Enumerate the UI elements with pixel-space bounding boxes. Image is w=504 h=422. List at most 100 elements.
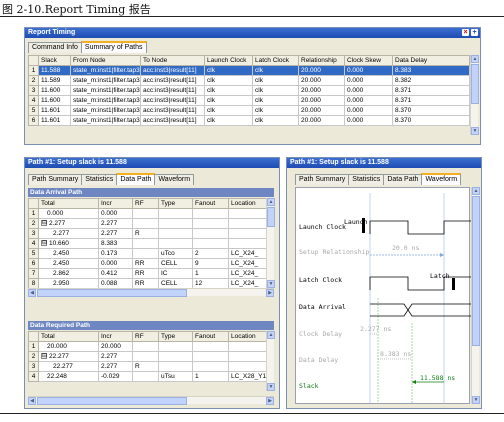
- total-value: 2.277: [53, 230, 70, 237]
- table-row[interactable]: 3 2.277 2.277 R: [28, 228, 267, 239]
- table-row[interactable]: 5 11.601 state_m:inst1|filter.tap3 acc:inst…: [28, 105, 470, 116]
- column-header[interactable]: Slack: [38, 55, 71, 66]
- scroll-up-icon[interactable]: ▲: [267, 198, 275, 206]
- waveform-vertical-scrollbar[interactable]: ▲ ▼: [471, 187, 480, 404]
- table-row[interactable]: 7 2.862 0.412 RR IC 1 LC_X24_: [28, 268, 267, 279]
- table-row[interactable]: 6 11.601 state_m:inst1|filter.tap3 acc:inst…: [28, 115, 470, 126]
- column-header[interactable]: Fanout: [192, 198, 229, 209]
- scroll-up-icon[interactable]: ▲: [267, 331, 275, 339]
- column-header[interactable]: Incr: [98, 331, 133, 342]
- summary-vertical-scrollbar[interactable]: ▲ ▼: [470, 55, 479, 135]
- table-row[interactable]: 4 22.248 -0.029 uTsu 1 LC_X28_Y1!: [28, 371, 267, 382]
- tab-command-info[interactable]: Command Info: [28, 42, 82, 53]
- table-cell: [192, 351, 229, 362]
- table-row[interactable]: 1 20.000 20.000: [28, 341, 267, 352]
- table-cell: 0.088: [98, 278, 133, 289]
- scroll-right-icon[interactable]: ▶: [266, 289, 274, 297]
- table-row[interactable]: 2 ⊟ 22.277 2.277: [28, 351, 267, 362]
- collapse-icon[interactable]: ⊟: [41, 240, 47, 247]
- scroll-down-icon[interactable]: ▼: [267, 280, 275, 288]
- right-tab-statistics[interactable]: Statistics: [348, 174, 385, 185]
- table-cell: [192, 238, 229, 249]
- left-tab-statistics[interactable]: Statistics: [81, 174, 118, 185]
- column-header[interactable]: Fanout: [192, 331, 229, 342]
- row-number: 6: [28, 258, 39, 269]
- column-header[interactable]: Clock Skew: [344, 55, 393, 66]
- left-tab-path-summary[interactable]: Path Summary: [28, 174, 83, 185]
- scroll-up-icon[interactable]: ▲: [471, 55, 479, 63]
- column-header[interactable]: Location: [228, 331, 267, 342]
- scroll-up-icon[interactable]: ▲: [472, 187, 480, 195]
- column-header[interactable]: To Node: [140, 55, 205, 66]
- right-tab-waveform[interactable]: Waveform: [421, 173, 462, 185]
- column-header[interactable]: [28, 55, 39, 66]
- column-header[interactable]: Launch Clock: [204, 55, 253, 66]
- pin-icon[interactable]: +: [471, 29, 478, 36]
- column-header[interactable]: [28, 198, 39, 209]
- table-cell: 0.000: [38, 208, 99, 219]
- table-row[interactable]: 2 11.589 state_m:inst1|filter.tap3 acc:inst…: [28, 75, 470, 86]
- column-header[interactable]: RF: [132, 331, 159, 342]
- right-tab-data-path[interactable]: Data Path: [383, 174, 423, 185]
- table-cell: 2.277: [38, 228, 99, 239]
- scroll-thumb[interactable]: [37, 289, 187, 297]
- row-number: 4: [28, 95, 39, 106]
- scroll-down-icon[interactable]: ▼: [267, 383, 275, 391]
- table-row[interactable]: 8 2.950 0.088 RR CELL 12 LC_X24_: [28, 278, 267, 289]
- top-rule: [0, 16, 504, 17]
- collapse-icon[interactable]: ⊟: [41, 353, 47, 360]
- left-tab-waveform[interactable]: Waveform: [154, 174, 195, 185]
- column-header[interactable]: Type: [158, 331, 193, 342]
- scroll-thumb[interactable]: [267, 207, 275, 227]
- table-row[interactable]: 3 22.277 2.277 R: [28, 361, 267, 372]
- column-header[interactable]: Incr: [98, 198, 133, 209]
- table-row[interactable]: 3 11.600 state_m:inst1|filter.tap3 acc:inst…: [28, 85, 470, 96]
- collapse-icon[interactable]: ⊟: [41, 220, 47, 227]
- column-header[interactable]: Data Delay: [392, 55, 470, 66]
- scroll-left-icon[interactable]: ◀: [28, 397, 36, 405]
- table-row[interactable]: 2 ⊟ 2.277 2.277: [28, 218, 267, 229]
- scroll-down-icon[interactable]: ▼: [472, 396, 480, 404]
- arrival-horizontal-scrollbar[interactable]: ◀ ▶: [28, 288, 274, 297]
- column-header[interactable]: RF: [132, 198, 159, 209]
- table-cell: uTco: [158, 248, 193, 259]
- tab-summary-of-paths[interactable]: Summary of Paths: [80, 41, 147, 53]
- table-cell: 0.000: [344, 105, 393, 116]
- table-row[interactable]: 5 2.450 0.173 uTco 2 LC_X24_: [28, 248, 267, 259]
- column-header[interactable]: Relationship: [298, 55, 345, 66]
- table-cell: uTsu: [158, 371, 193, 382]
- required-vertical-scrollbar[interactable]: ▲ ▼: [266, 331, 275, 391]
- table-cell: CELL: [158, 258, 193, 269]
- column-header[interactable]: Total: [38, 331, 99, 342]
- right-tab-path-summary[interactable]: Path Summary: [295, 174, 350, 185]
- left-tab-data-path[interactable]: Data Path: [116, 173, 156, 185]
- latch-clock-label: Latch Clock: [299, 276, 343, 284]
- column-header[interactable]: Location: [228, 198, 267, 209]
- table-row[interactable]: 1 0.000 0.000: [28, 208, 267, 219]
- row-number: 1: [28, 341, 39, 352]
- table-row[interactable]: 4 11.600 state_m:inst1|filter.tap3 acc:inst…: [28, 95, 470, 106]
- table-cell: state_m:inst1|filter.tap3: [70, 115, 141, 126]
- table-row[interactable]: 4 ⊟ 10.660 8.383: [28, 238, 267, 249]
- required-horizontal-scrollbar[interactable]: ◀ ▶: [28, 396, 274, 405]
- table-cell: 20.000: [298, 95, 345, 106]
- waveform-canvas: Launch Clock Launch Setup Relationship 2…: [295, 187, 471, 404]
- scroll-down-icon[interactable]: ▼: [471, 127, 479, 135]
- scroll-left-icon[interactable]: ◀: [28, 289, 36, 297]
- scroll-right-icon[interactable]: ▶: [266, 397, 274, 405]
- arrival-vertical-scrollbar[interactable]: ▲ ▼: [266, 198, 275, 288]
- column-header[interactable]: From Node: [70, 55, 141, 66]
- column-header[interactable]: Total: [38, 198, 99, 209]
- column-header[interactable]: Type: [158, 198, 193, 209]
- close-icon[interactable]: ×: [462, 29, 469, 36]
- scroll-thumb[interactable]: [471, 64, 479, 104]
- scroll-thumb[interactable]: [472, 196, 480, 346]
- table-cell: acc:inst3|result[11]: [140, 65, 205, 76]
- table-row[interactable]: 6 2.450 0.000 RR CELL 9 LC_X24_: [28, 258, 267, 269]
- table-row[interactable]: 1 11.588 state_m:inst1|filter.tap3 acc:inst…: [28, 65, 470, 76]
- table-cell: [158, 341, 193, 352]
- scroll-thumb[interactable]: [37, 397, 187, 405]
- column-header[interactable]: Latch Clock: [252, 55, 299, 66]
- table-cell: LC_X24_: [228, 248, 267, 259]
- column-header[interactable]: [28, 331, 39, 342]
